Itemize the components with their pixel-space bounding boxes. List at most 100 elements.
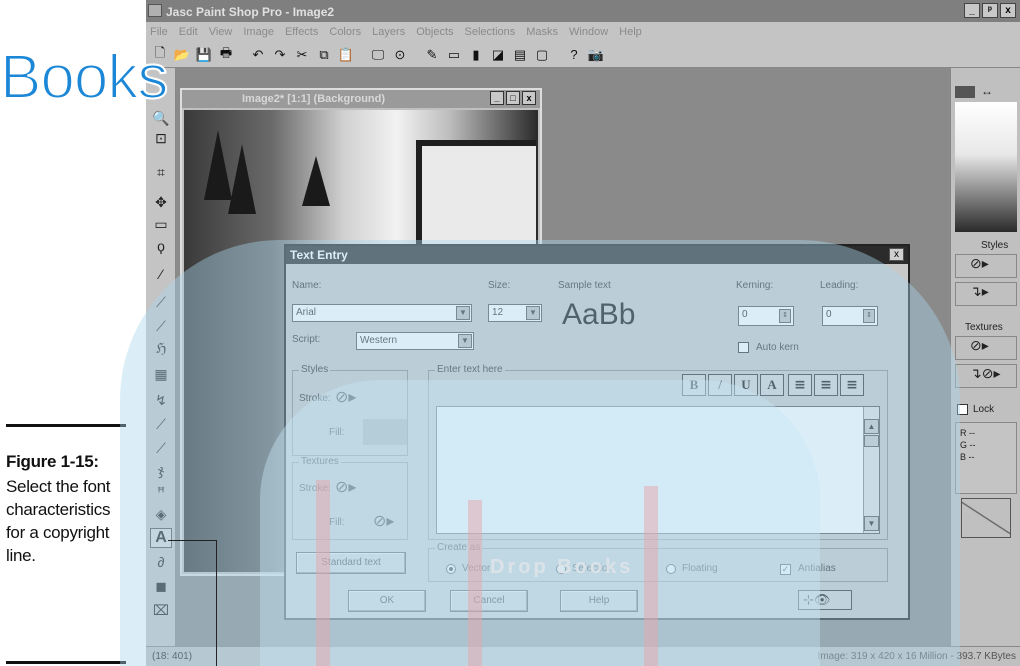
menu-window[interactable]: Window: [569, 26, 608, 42]
close-button[interactable]: x: [1000, 3, 1016, 18]
retouch-tool-icon[interactable]: ▦: [150, 364, 172, 384]
menu-masks[interactable]: Masks: [526, 26, 558, 42]
clone-brush-icon[interactable]: ⟋: [150, 316, 172, 336]
color-picker-swatch[interactable]: [955, 102, 1017, 232]
fill-bucket-icon[interactable]: ◈: [150, 504, 172, 524]
screen-capture-icon[interactable]: 📷: [586, 45, 606, 65]
color-replacer-icon[interactable]: ℌ: [150, 338, 172, 358]
italic-button[interactable]: /: [708, 374, 732, 396]
full-screen-icon[interactable]: 🖵: [368, 45, 388, 65]
print-icon[interactable]: 🖶: [216, 45, 236, 65]
align-center-icon[interactable]: ≡: [814, 374, 838, 396]
menu-image[interactable]: Image: [243, 26, 274, 42]
menu-help[interactable]: Help: [619, 26, 642, 42]
chevron-down-icon[interactable]: ▼: [526, 306, 540, 320]
scroll-thumb[interactable]: [864, 435, 879, 447]
bold-button[interactable]: B: [682, 374, 706, 396]
save-icon[interactable]: 💾: [194, 45, 214, 65]
background-texture-button[interactable]: ↴⊘▸: [955, 364, 1017, 388]
toggle-tool-palette-icon[interactable]: ✎: [422, 45, 442, 65]
cancel-button[interactable]: Cancel: [450, 590, 528, 612]
lock-checkbox[interactable]: [957, 404, 968, 415]
background-style-button[interactable]: ↴▸: [955, 282, 1017, 306]
preview-eye-icon[interactable]: ⊹👁: [798, 590, 852, 610]
flood-fill-icon[interactable]: ꟸ: [150, 482, 172, 502]
text-area-scrollbar[interactable]: ▲ ▼: [863, 407, 879, 533]
copy-icon[interactable]: ⧉: [314, 45, 334, 65]
swap-colors-icon[interactable]: ↔: [981, 84, 993, 98]
airbrush-tool-icon[interactable]: ჯ: [150, 460, 172, 480]
menu-selections[interactable]: Selections: [465, 26, 516, 42]
strikethrough-button[interactable]: A: [760, 374, 784, 396]
preset-shapes-icon[interactable]: ◼: [150, 576, 172, 596]
picture-tube-icon[interactable]: ⟋: [150, 438, 172, 458]
ok-button[interactable]: OK: [348, 590, 426, 612]
context-help-icon[interactable]: ?: [564, 45, 584, 65]
texture-fill-icon[interactable]: ⊘▸: [373, 511, 394, 531]
paintbrush-tool-icon[interactable]: ⟋: [150, 292, 172, 312]
menu-edit[interactable]: Edit: [179, 26, 198, 42]
menu-layers[interactable]: Layers: [372, 26, 405, 42]
menu-objects[interactable]: Objects: [416, 26, 453, 42]
scratch-remover-icon[interactable]: ↯: [150, 390, 172, 410]
undo-icon[interactable]: ↶: [248, 45, 268, 65]
align-right-icon[interactable]: ≡: [840, 374, 864, 396]
vector-radio[interactable]: [446, 564, 456, 574]
selection-tool-icon[interactable]: ▭: [150, 214, 172, 234]
toggle-overview-icon[interactable]: ◪: [488, 45, 508, 65]
help-button[interactable]: Help: [560, 590, 638, 612]
menu-effects[interactable]: Effects: [285, 26, 318, 42]
leading-spinner[interactable]: ⇕: [863, 309, 875, 323]
menu-colors[interactable]: Colors: [329, 26, 361, 42]
no-color-swatch[interactable]: [961, 498, 1011, 538]
font-size-select[interactable]: 12 ▼: [488, 304, 542, 322]
floating-radio[interactable]: [666, 564, 676, 574]
text-tool-icon[interactable]: A: [150, 528, 172, 548]
stroke-style-icon[interactable]: ⊘▸: [335, 387, 356, 407]
paste-icon[interactable]: 📋: [336, 45, 356, 65]
active-color-swatch[interactable]: [955, 86, 975, 98]
antialias-checkbox[interactable]: ✓: [780, 564, 791, 575]
toggle-histogram-icon[interactable]: ▤: [510, 45, 530, 65]
crop-tool-icon[interactable]: ⌗: [150, 162, 172, 182]
align-left-icon[interactable]: ≡: [788, 374, 812, 396]
kerning-input[interactable]: 0 ⇕: [738, 306, 794, 326]
image-minimize-button[interactable]: _: [490, 91, 504, 105]
image-close-button[interactable]: x: [522, 91, 536, 105]
menu-view[interactable]: View: [209, 26, 233, 42]
redo-icon[interactable]: ↷: [270, 45, 290, 65]
leading-input[interactable]: 0 ⇕: [822, 306, 878, 326]
eraser-tool-icon[interactable]: ⟋: [150, 414, 172, 434]
maximize-button[interactable]: ᵖ: [982, 3, 998, 18]
minimize-button[interactable]: _: [964, 3, 980, 18]
mover-tool-icon[interactable]: ✥: [150, 192, 172, 212]
font-name-select[interactable]: Arial ▼: [292, 304, 472, 322]
fill-style-swatch[interactable]: [363, 419, 407, 445]
freehand-tool-icon[interactable]: ϙ: [150, 236, 172, 256]
script-select[interactable]: Western ▼: [356, 332, 474, 350]
deformation-tool-icon[interactable]: ⊡: [150, 128, 172, 148]
object-selector-icon[interactable]: ⌧: [150, 600, 172, 620]
toggle-toolbar-icon[interactable]: ▢: [532, 45, 552, 65]
scroll-down-icon[interactable]: ▼: [864, 516, 879, 531]
open-file-icon[interactable]: 📂: [172, 45, 192, 65]
foreground-style-button[interactable]: ⊘▸: [955, 254, 1017, 278]
scroll-up-icon[interactable]: ▲: [864, 419, 879, 434]
menu-file[interactable]: File: [150, 26, 168, 42]
image-maximize-button[interactable]: □: [506, 91, 520, 105]
toggle-style-bar-icon[interactable]: ▭: [444, 45, 464, 65]
draw-tool-icon[interactable]: ∂: [150, 552, 172, 572]
zoom-icon[interactable]: ⊙: [390, 45, 410, 65]
cut-icon[interactable]: ✂: [292, 45, 312, 65]
chevron-down-icon[interactable]: ▼: [456, 306, 470, 320]
dropper-tool-icon[interactable]: ⁄: [150, 264, 172, 284]
text-entry-area[interactable]: ▲ ▼: [436, 406, 880, 534]
dialog-close-button[interactable]: x: [889, 248, 904, 261]
toggle-layer-palette-icon[interactable]: ▮: [466, 45, 486, 65]
kerning-spinner[interactable]: ⇕: [779, 309, 791, 323]
foreground-texture-button[interactable]: ⊘▸: [955, 336, 1017, 360]
chevron-down-icon[interactable]: ▼: [458, 334, 472, 348]
auto-kern-checkbox[interactable]: [738, 342, 749, 353]
underline-button[interactable]: U: [734, 374, 758, 396]
standard-text-button[interactable]: Standard text: [296, 552, 406, 574]
